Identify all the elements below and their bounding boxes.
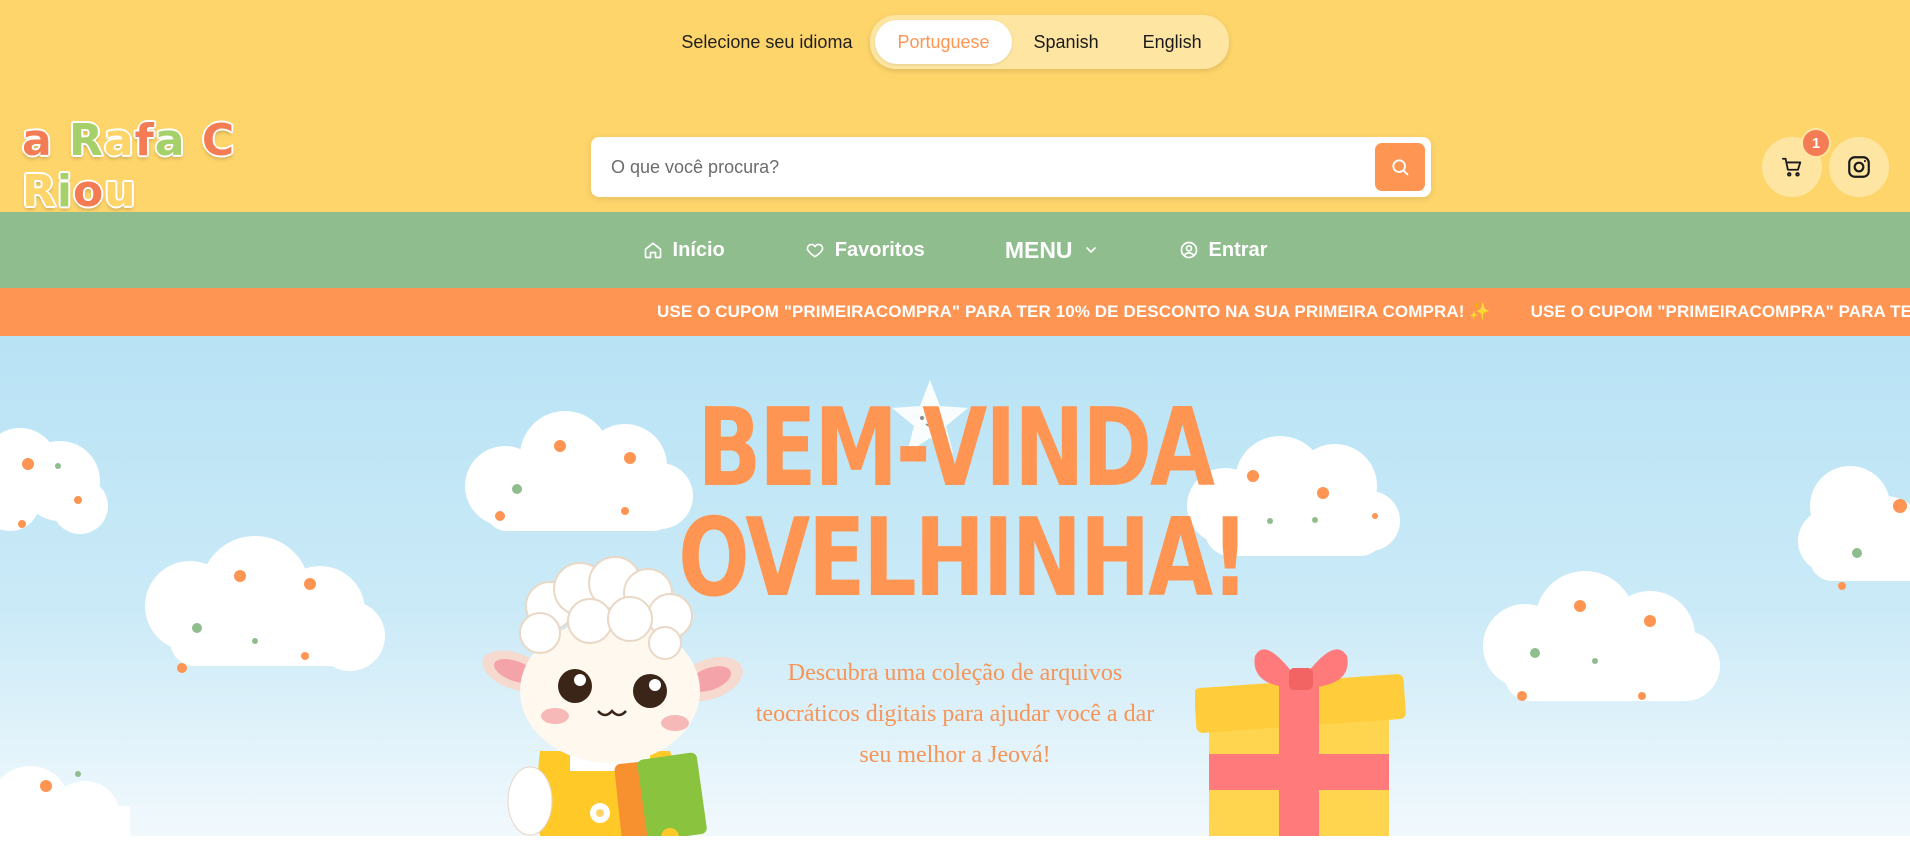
language-option-english[interactable]: English xyxy=(1121,20,1224,64)
heart-icon xyxy=(806,243,824,258)
hero-title-line-1: BEM-VINDA xyxy=(697,386,1215,511)
cart-count-badge: 1 xyxy=(1801,128,1831,158)
lamb-mascot-illustration xyxy=(482,556,743,836)
home-icon xyxy=(644,242,661,259)
chevron-down-icon xyxy=(1085,247,1096,254)
cloud-illustration xyxy=(145,536,385,673)
language-selector: Selecione seu idioma Portuguese Spanish … xyxy=(0,15,1910,69)
nav-item-entrar[interactable]: Entrar xyxy=(1139,239,1308,262)
nav-item-label: Início xyxy=(672,238,725,261)
search-bar xyxy=(591,137,1431,197)
logo-lettering: a Rafa CRiou xyxy=(21,114,236,219)
promo-message: USE O CUPOM "PRIMEIRACOMPRA" PARA TER 10… xyxy=(657,302,1491,321)
nav-item-label: MENU xyxy=(1004,236,1073,263)
hero-banner: BEM-VINDA OVELHINHA! Descubra uma coleçã… xyxy=(0,336,1910,836)
nav-item-menu[interactable]: MENU xyxy=(965,237,1139,264)
cloud-illustration xyxy=(0,766,130,836)
instagram-button[interactable] xyxy=(1829,137,1889,197)
cart-icon xyxy=(1781,157,1802,177)
cloud-illustration xyxy=(0,428,108,534)
cloud-illustration xyxy=(1798,466,1910,590)
top-header: Selecione seu idioma Portuguese Spanish … xyxy=(0,0,1910,219)
promo-message: USE O CUPOM "PRIMEIRACOMPRA" PARA TER 10… xyxy=(1530,302,1910,321)
nav-item-inicio[interactable]: Início xyxy=(603,239,765,262)
cloud-illustration xyxy=(465,411,693,531)
user-circle-icon xyxy=(1180,241,1197,259)
main-nav: Início Favoritos MENU Entrar xyxy=(0,212,1910,288)
search-button[interactable] xyxy=(1375,143,1425,191)
language-switch: Portuguese Spanish English xyxy=(870,15,1229,69)
hero-subtitle: Descubra uma coleção de arquivos teocrát… xyxy=(755,660,1155,768)
gift-box-illustration xyxy=(1195,649,1406,836)
nav-item-label: Entrar xyxy=(1208,238,1268,261)
nav-item-favoritos[interactable]: Favoritos xyxy=(765,239,965,262)
language-option-spanish[interactable]: Spanish xyxy=(1012,20,1121,64)
language-option-portuguese[interactable]: Portuguese xyxy=(875,20,1012,64)
promo-bar: USE O CUPOM "PRIMEIRACOMPRA" PARA TER 10… xyxy=(0,288,1910,336)
search-icon xyxy=(1392,159,1409,176)
language-prompt: Selecione seu idioma xyxy=(681,31,853,52)
cloud-illustration xyxy=(1483,571,1720,701)
promo-marquee: USE O CUPOM "PRIMEIRACOMPRA" PARA TER 10… xyxy=(657,288,1910,336)
search-input[interactable] xyxy=(591,137,1375,197)
instagram-icon xyxy=(1848,156,1870,178)
site-logo[interactable]: a Rafa CRiou xyxy=(21,114,258,219)
nav-item-label: Favoritos xyxy=(834,238,925,261)
